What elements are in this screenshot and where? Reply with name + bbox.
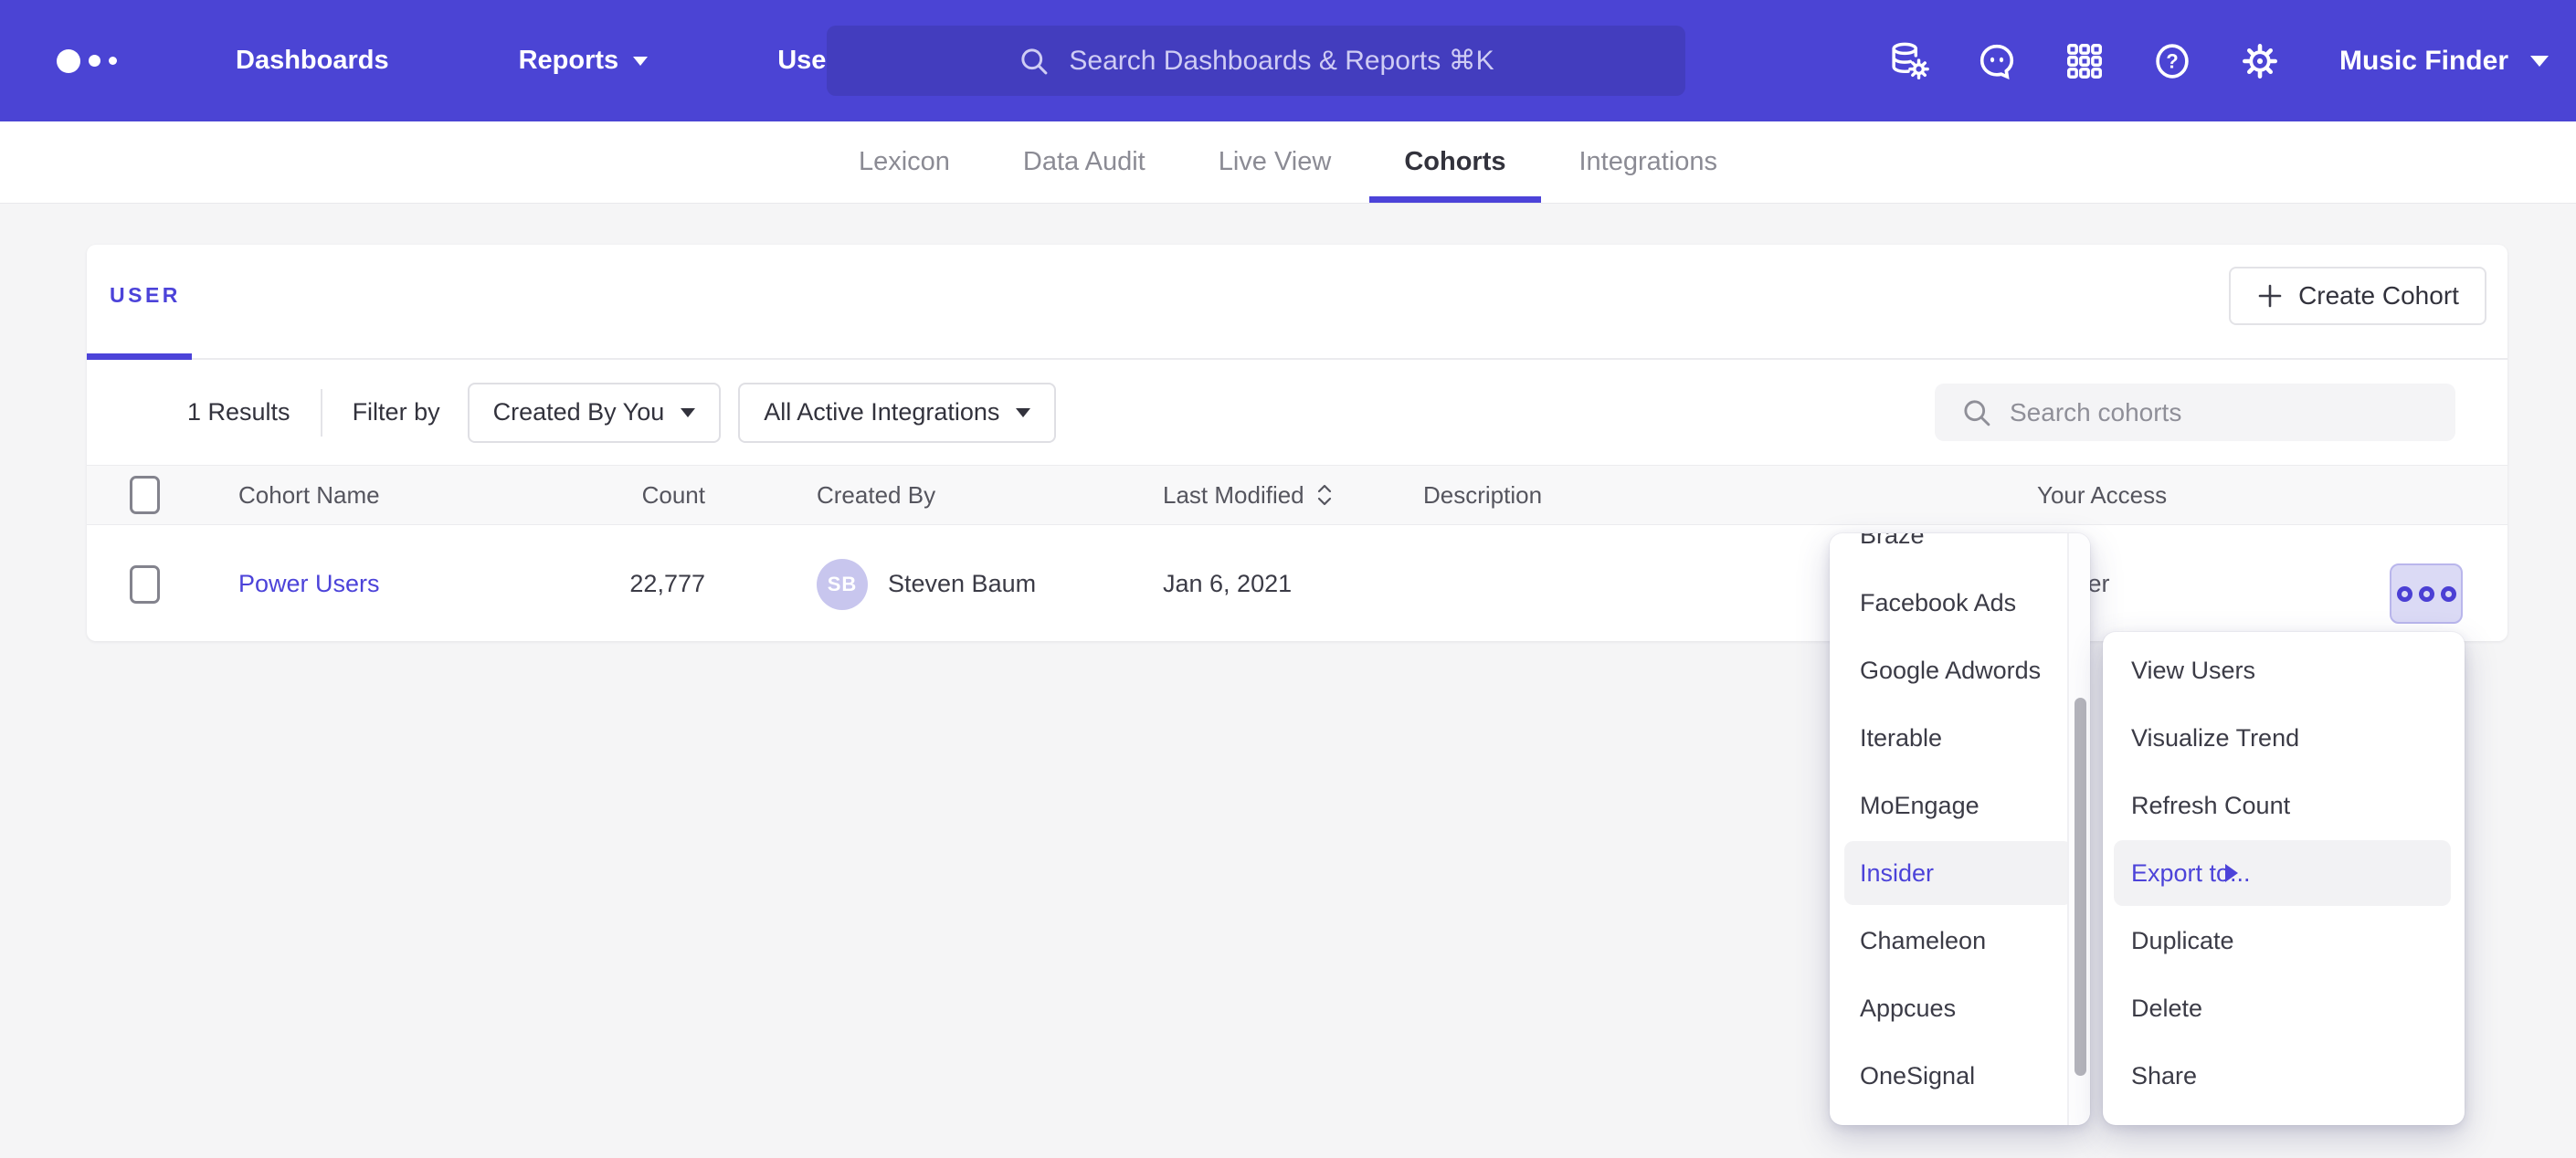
submenu-arrow-icon <box>2225 864 2238 882</box>
logo-dot-large <box>57 49 80 73</box>
tab-cohorts[interactable]: Cohorts <box>1404 121 1505 203</box>
divider <box>321 389 322 437</box>
top-navigation-bar: Dashboards Reports Users Search Dashboar… <box>0 0 2576 121</box>
nav-reports[interactable]: Reports <box>519 46 649 76</box>
menu-item-insider[interactable]: Insider <box>1830 839 2069 907</box>
scrollbar-thumb[interactable] <box>2075 698 2086 1076</box>
nav-reports-label: Reports <box>519 46 619 76</box>
brand-logo-icon[interactable] <box>57 49 117 73</box>
help-icon[interactable]: ? <box>2151 40 2193 82</box>
column-count: Count <box>568 466 705 524</box>
active-tab-indicator <box>87 353 192 360</box>
menu-item-visualize-trend[interactable]: Visualize Trend <box>2103 704 2465 772</box>
column-last-modified[interactable]: Last Modified <box>1163 466 1334 524</box>
integrations-filter-label: All Active Integrations <box>764 398 999 426</box>
cohort-count: 22,777 <box>568 527 705 641</box>
topnav-right-cluster: ? Music Finder <box>1888 0 2549 121</box>
column-cohort-name: Cohort Name <box>238 466 380 524</box>
cohorts-page: Dashboards Reports Users Search Dashboar… <box>0 0 2576 1158</box>
tab-integrations-label: Integrations <box>1579 147 1718 177</box>
cohort-search-input[interactable]: Search cohorts <box>1935 384 2455 441</box>
creator-name: Steven Baum <box>888 570 1036 598</box>
feedback-icon[interactable] <box>1976 40 2018 82</box>
column-your-access: Your Access <box>2037 466 2167 524</box>
menu-item-share[interactable]: Share <box>2103 1042 2465 1110</box>
row-actions-list: View Users Visualize Trend Refresh Count… <box>2103 637 2465 1110</box>
cohorts-panel: USER Create Cohort 1 Results Filter by C… <box>87 245 2507 641</box>
settings-icon[interactable] <box>2239 40 2281 82</box>
row-checkbox[interactable] <box>130 565 160 604</box>
menu-item-braze[interactable]: Braze <box>1830 533 2069 569</box>
more-dot-icon <box>2419 586 2434 602</box>
search-icon <box>1018 45 1050 78</box>
more-dot-icon <box>2441 586 2456 602</box>
menu-item-export-to[interactable]: Export to... <box>2103 839 2465 907</box>
data-management-icon[interactable] <box>1888 40 1930 82</box>
chevron-down-icon <box>2530 56 2549 67</box>
table-header: Cohort Name Count Created By Last Modifi… <box>87 465 2507 525</box>
tab-live-view[interactable]: Live View <box>1219 121 1332 203</box>
chevron-down-icon <box>633 57 648 66</box>
logo-dot-medium <box>89 55 100 67</box>
nav-dashboards-label: Dashboards <box>236 46 389 76</box>
filter-toolbar: 1 Results Filter by Created By You All A… <box>87 360 2507 465</box>
menu-item-google-adwords[interactable]: Google Adwords <box>1830 637 2069 704</box>
apps-grid-icon[interactable] <box>2064 40 2106 82</box>
sort-icon <box>1315 481 1334 509</box>
column-description: Description <box>1423 466 1542 524</box>
row-actions-menu: View Users Visualize Trend Refresh Count… <box>2103 632 2465 1125</box>
menu-item-appcues[interactable]: Appcues <box>1830 974 2069 1042</box>
cohort-type-tabs: USER Create Cohort <box>87 245 2507 360</box>
select-all-checkbox[interactable] <box>130 476 160 514</box>
menu-item-onesignal[interactable]: OneSignal <box>1830 1042 2069 1110</box>
svg-text:?: ? <box>2166 49 2178 72</box>
chevron-down-icon <box>681 408 695 417</box>
global-search-placeholder: Search Dashboards & Reports ⌘K <box>1069 45 1494 77</box>
tab-lexicon-label: Lexicon <box>859 147 950 177</box>
menu-item-refresh-count[interactable]: Refresh Count <box>2103 772 2465 839</box>
tab-data-audit-label: Data Audit <box>1023 147 1145 177</box>
tab-data-audit[interactable]: Data Audit <box>1023 121 1145 203</box>
global-search-input[interactable]: Search Dashboards & Reports ⌘K <box>827 26 1685 96</box>
menu-item-duplicate[interactable]: Duplicate <box>2103 907 2465 974</box>
tab-integrations[interactable]: Integrations <box>1579 121 1718 203</box>
nav-dashboards[interactable]: Dashboards <box>236 46 389 76</box>
avatar: SB <box>817 559 868 610</box>
tab-cohorts-label: Cohorts <box>1404 147 1505 177</box>
secondary-navigation: Lexicon Data Audit Live View Cohorts Int… <box>0 121 2576 204</box>
tab-live-view-label: Live View <box>1219 147 1332 177</box>
more-dot-icon <box>2397 586 2412 602</box>
tab-lexicon[interactable]: Lexicon <box>859 121 950 203</box>
cohort-search-placeholder: Search cohorts <box>2010 398 2181 427</box>
menu-item-view-users[interactable]: View Users <box>2103 637 2465 704</box>
table-row: Power Users 22,777 SB Steven Baum Jan 6,… <box>87 527 2507 641</box>
created-by-filter[interactable]: Created By You <box>468 383 722 443</box>
menu-item-moengage[interactable]: MoEngage <box>1830 772 2069 839</box>
menu-item-facebook-ads[interactable]: Facebook Ads <box>1830 569 2069 637</box>
logo-dot-small <box>109 57 117 65</box>
plus-icon <box>2256 282 2284 310</box>
integrations-filter[interactable]: All Active Integrations <box>738 383 1056 443</box>
results-count: 1 Results <box>187 398 290 426</box>
last-modified-cell: Jan 6, 2021 <box>1163 527 1292 641</box>
tab-user-cohorts[interactable]: USER <box>110 283 181 308</box>
menu-item-delete[interactable]: Delete <box>2103 974 2465 1042</box>
cohort-name-link[interactable]: Power Users <box>238 570 380 598</box>
export-destinations-menu: Braze Facebook Ads Google Adwords Iterab… <box>1830 533 2090 1125</box>
chevron-down-icon <box>1016 408 1030 417</box>
project-switcher[interactable]: Music Finder <box>2339 46 2549 77</box>
create-cohort-button[interactable]: Create Cohort <box>2229 267 2486 325</box>
menu-item-chameleon[interactable]: Chameleon <box>1830 907 2069 974</box>
created-by-cell: SB Steven Baum <box>817 527 1036 641</box>
column-last-modified-label: Last Modified <box>1163 481 1304 510</box>
row-actions-button[interactable] <box>2390 563 2463 624</box>
filter-by-label: Filter by <box>353 398 440 426</box>
project-name: Music Finder <box>2339 46 2508 77</box>
column-created-by: Created By <box>817 466 935 524</box>
create-cohort-label: Create Cohort <box>2298 281 2459 311</box>
menu-item-iterable[interactable]: Iterable <box>1830 704 2069 772</box>
created-by-filter-label: Created By You <box>493 398 665 426</box>
export-destinations-list: Braze Facebook Ads Google Adwords Iterab… <box>1830 533 2069 1110</box>
search-icon <box>1960 396 1993 429</box>
